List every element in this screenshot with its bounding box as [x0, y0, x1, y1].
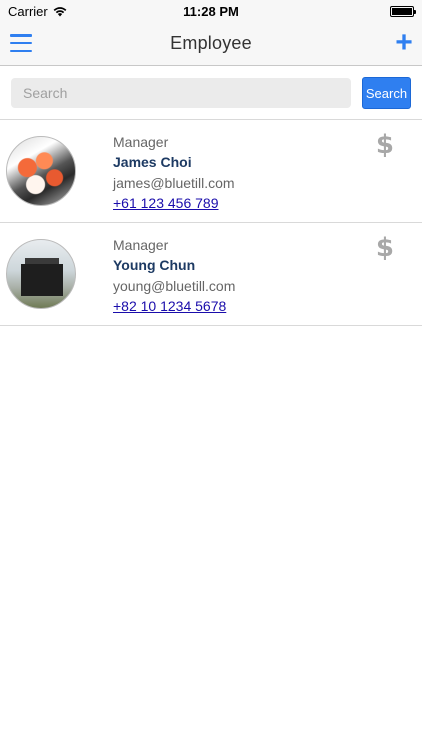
employee-phone-link[interactable]: +61 123 456 789: [113, 195, 219, 211]
employee-email: james@bluetill.com: [113, 175, 235, 191]
employee-phone-link[interactable]: +82 10 1234 5678: [113, 298, 226, 314]
menu-line: [10, 49, 32, 52]
search-button[interactable]: Search: [362, 77, 411, 109]
battery-level: [392, 7, 412, 15]
wifi-icon: [53, 6, 67, 16]
menu-line: [10, 34, 32, 37]
menu-line: [10, 41, 32, 45]
add-employee-button[interactable]: +: [394, 28, 414, 58]
status-bar: Carrier 11:28 PM: [0, 0, 422, 22]
battery-icon: [390, 5, 416, 17]
search-row: Search: [0, 66, 422, 120]
employee-name: Young Chun: [113, 257, 196, 273]
avatar: [6, 136, 76, 206]
dollar-icon[interactable]: $: [376, 233, 394, 263]
nav-bar: Employee +: [0, 22, 422, 66]
employee-email: young@bluetill.com: [113, 278, 236, 294]
employee-role: Manager: [113, 134, 169, 150]
avatar: [6, 239, 76, 309]
employee-role: Manager: [113, 237, 169, 253]
employee-row[interactable]: Manager James Choi james@bluetill.com +6…: [0, 120, 422, 223]
employee-row[interactable]: Manager Young Chun young@bluetill.com +8…: [0, 223, 422, 326]
page-title: Employee: [170, 33, 252, 53]
carrier-label: Carrier: [8, 3, 48, 19]
hamburger-menu-icon[interactable]: [10, 34, 32, 52]
dollar-icon[interactable]: $: [376, 130, 394, 160]
search-input[interactable]: [11, 78, 351, 108]
employee-list: Manager James Choi james@bluetill.com +6…: [0, 120, 422, 326]
employee-name: James Choi: [113, 154, 192, 170]
status-left: Carrier: [8, 4, 67, 19]
